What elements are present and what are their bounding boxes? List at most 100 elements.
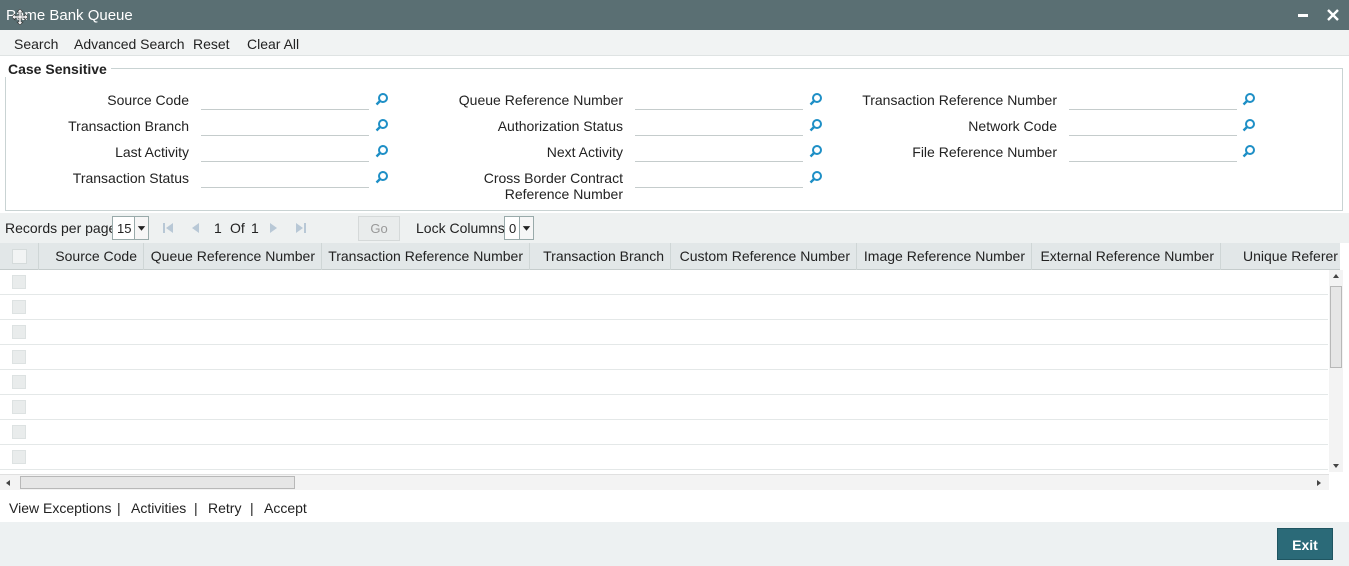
horizontal-scrollbar[interactable] [0,474,1329,490]
results-grid: Source Code Queue Reference Number Trans… [0,243,1340,476]
table-row[interactable] [0,270,1328,295]
previous-page-icon[interactable] [188,221,202,235]
transaction-status-label: Transaction Status [72,170,189,186]
row-checkbox[interactable] [12,300,26,314]
row-checkbox[interactable] [12,400,26,414]
transaction-reference-number-input[interactable] [1069,90,1237,110]
network-code-lookup-icon[interactable] [1242,118,1256,132]
source-code-input[interactable] [201,90,369,110]
row-checkbox[interactable] [12,350,26,364]
col-transaction-branch[interactable]: Transaction Branch [530,243,671,270]
row-checkbox[interactable] [12,450,26,464]
scroll-left-icon[interactable] [4,479,12,487]
table-row[interactable] [0,320,1328,345]
transaction-status-lookup-icon[interactable] [375,170,389,184]
table-row[interactable] [0,395,1328,420]
first-page-icon[interactable] [161,221,175,235]
network-code-input[interactable] [1069,116,1237,136]
next-activity-input[interactable] [635,142,803,162]
chevron-down-icon [519,217,533,239]
last-activity-label: Last Activity [115,144,189,160]
queue-reference-number-input[interactable] [635,90,803,110]
table-row[interactable] [0,295,1328,320]
col-transaction-reference-number[interactable]: Transaction Reference Number [322,243,530,270]
select-all-cell [0,243,39,270]
scroll-right-icon[interactable] [1315,479,1323,487]
lock-columns-value: 0 [509,221,517,236]
of-label: Of [230,220,245,236]
view-exceptions-link[interactable]: View Exceptions [9,500,111,516]
table-row[interactable] [0,420,1328,445]
close-icon[interactable] [1325,7,1341,23]
current-page: 1 [214,220,222,236]
transaction-status-input[interactable] [201,168,369,188]
last-activity-lookup-icon[interactable] [375,144,389,158]
retry-link[interactable]: Retry [208,500,241,516]
pagination-bar: Records per page 15 1 Of 1 Lock Columns … [0,213,1349,243]
row-checkbox[interactable] [12,325,26,339]
file-reference-number-lookup-icon[interactable] [1242,144,1256,158]
transaction-reference-number-lookup-icon[interactable] [1242,92,1256,106]
separator: | [117,500,121,516]
go-button[interactable]: Go [358,216,400,241]
transaction-reference-number-label: Transaction Reference Number [862,92,1057,108]
next-activity-lookup-icon[interactable] [809,144,823,158]
separator: | [250,500,254,516]
table-row[interactable] [0,345,1328,370]
source-code-lookup-icon[interactable] [375,92,389,106]
col-source-code[interactable]: Source Code [39,243,144,270]
separator: | [194,500,198,516]
search-button[interactable]: Search [14,36,58,52]
file-reference-number-label: File Reference Number [912,144,1057,160]
transaction-branch-input[interactable] [201,116,369,136]
total-pages: 1 [251,220,259,236]
cross-border-contract-label: Cross Border Contract Reference Number [430,170,623,202]
scroll-down-icon[interactable] [1331,462,1341,470]
clear-all-button[interactable]: Clear All [247,36,299,52]
queue-reference-number-lookup-icon[interactable] [809,92,823,106]
grid-header: Source Code Queue Reference Number Trans… [0,243,1340,270]
vertical-scrollbar[interactable] [1329,270,1343,472]
reset-button[interactable]: Reset [193,36,230,52]
row-checkbox[interactable] [12,425,26,439]
accept-link[interactable]: Accept [264,500,307,516]
records-per-page-value: 15 [117,221,132,236]
col-image-reference-number[interactable]: Image Reference Number [857,243,1032,270]
col-custom-reference-number[interactable]: Custom Reference Number [671,243,857,270]
records-per-page-select[interactable]: 15 [112,216,149,240]
table-row[interactable] [0,370,1328,395]
scroll-up-icon[interactable] [1331,272,1341,280]
row-checkbox[interactable] [12,275,26,289]
col-unique-reference[interactable]: Unique Referer [1221,243,1340,270]
authorization-status-label: Authorization Status [497,118,623,134]
queue-reference-number-label: Queue Reference Number [458,92,623,108]
row-checkbox[interactable] [12,375,26,389]
source-code-label: Source Code [107,92,189,108]
authorization-status-input[interactable] [635,116,803,136]
cross-border-label-line2: Reference Number [504,186,623,202]
lock-columns-select[interactable]: 0 [504,216,534,240]
vertical-scroll-thumb[interactable] [1330,286,1342,368]
last-activity-input[interactable] [201,142,369,162]
move-icon[interactable] [12,9,28,25]
file-reference-number-input[interactable] [1069,142,1237,162]
exit-button[interactable]: Exit [1277,528,1333,560]
last-page-icon[interactable] [294,221,308,235]
col-external-reference-number[interactable]: External Reference Number [1032,243,1221,270]
select-all-checkbox[interactable] [12,249,27,264]
next-activity-label: Next Activity [546,144,623,160]
advanced-search-button[interactable]: Advanced Search [74,36,185,52]
authorization-status-lookup-icon[interactable] [809,118,823,132]
minimize-icon[interactable] [1296,8,1310,22]
activities-link[interactable]: Activities [131,500,186,516]
transaction-branch-lookup-icon[interactable] [375,118,389,132]
case-sensitive-legend: Case Sensitive [4,61,111,77]
menu-bar: Search Advanced Search Reset Clear All [0,30,1349,56]
footer [0,522,1349,566]
cross-border-contract-lookup-icon[interactable] [809,170,823,184]
col-queue-reference-number[interactable]: Queue Reference Number [144,243,322,270]
next-page-icon[interactable] [267,221,281,235]
horizontal-scroll-thumb[interactable] [20,476,295,489]
cross-border-contract-input[interactable] [635,168,803,188]
table-row[interactable] [0,445,1328,470]
